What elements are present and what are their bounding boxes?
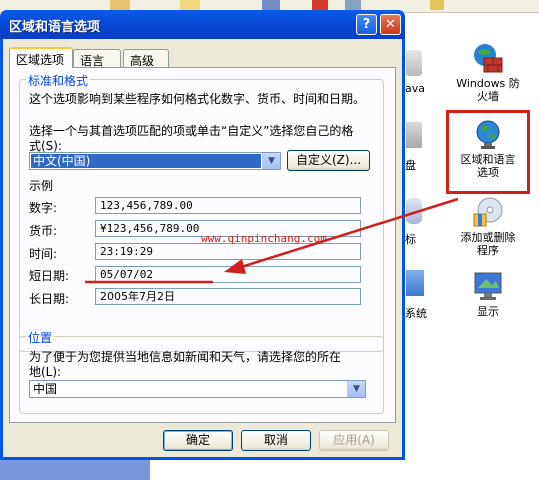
tab-regional-options[interactable]: 区域选项: [9, 47, 73, 68]
annotation-arrow-overlay: [85, 197, 459, 284]
annotation-arrow-line: [237, 197, 459, 270]
annotation-arrow-head-icon: [224, 259, 246, 274]
